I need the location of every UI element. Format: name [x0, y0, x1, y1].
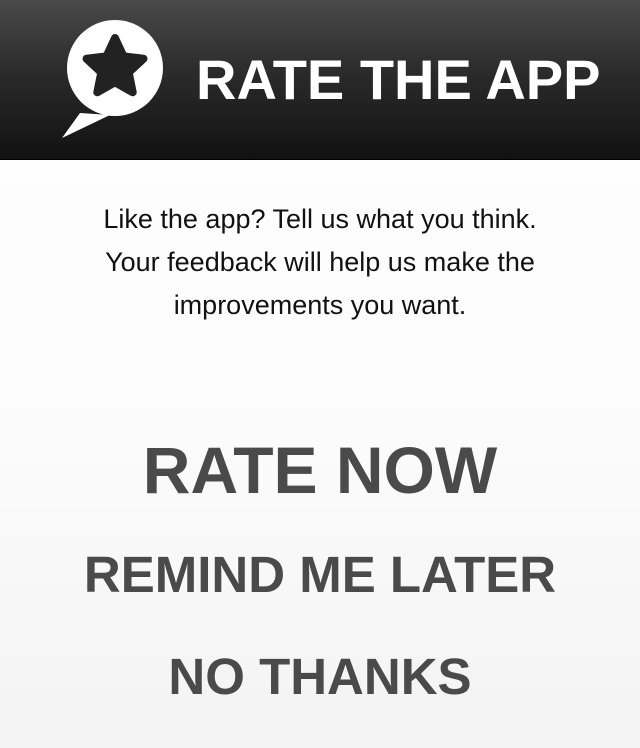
feedback-message: Like the app? Tell us what you think. Yo…: [40, 198, 600, 327]
message-line: Your feedback will help us make the: [105, 247, 535, 277]
rate-app-dialog: RATE THE APP Like the app? Tell us what …: [0, 0, 640, 748]
dialog-header: RATE THE APP: [0, 0, 640, 160]
star-speech-bubble-icon: [62, 20, 163, 138]
message-line: improvements you want.: [173, 290, 467, 320]
remind-me-later-button[interactable]: REMIND ME LATER: [0, 540, 640, 610]
dialog-title: RATE THE APP: [196, 48, 601, 111]
message-line: Like the app? Tell us what you think.: [103, 204, 537, 234]
rate-now-button[interactable]: RATE NOW: [0, 428, 640, 512]
no-thanks-button[interactable]: NO THANKS: [0, 642, 640, 712]
